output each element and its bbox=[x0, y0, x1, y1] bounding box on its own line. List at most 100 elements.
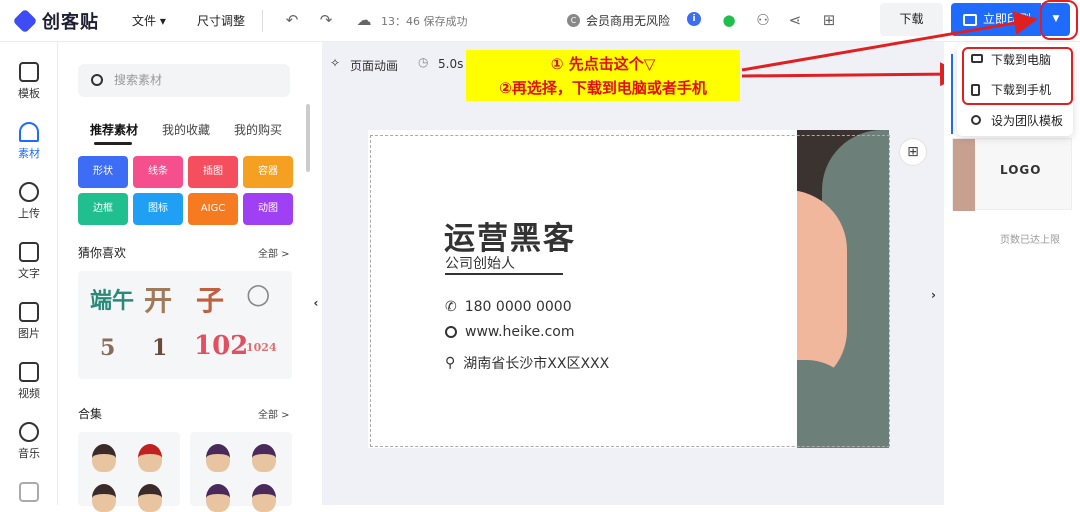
nav-image[interactable]: 图片 bbox=[0, 302, 58, 341]
image-icon bbox=[19, 302, 39, 322]
chip-animated[interactable]: 动图 bbox=[243, 193, 293, 225]
sticker-figure bbox=[138, 484, 162, 512]
add-comment-icon[interactable]: ⊞ bbox=[899, 138, 927, 166]
sticker-item[interactable]: 子 bbox=[196, 279, 224, 319]
annotation-highlight-caret bbox=[1040, 0, 1078, 40]
download-button[interactable]: 下载 bbox=[880, 3, 943, 36]
sticker-item[interactable]: ○ bbox=[246, 277, 270, 310]
vip-commercial-link[interactable]: C 会员商用无风险 bbox=[567, 12, 670, 29]
chip-line[interactable]: 线条 bbox=[133, 156, 183, 188]
upload-icon bbox=[19, 182, 39, 202]
chip-aigc[interactable]: AIGC bbox=[188, 193, 238, 225]
material-icon bbox=[19, 122, 39, 142]
annotation-step1: ① 先点击这个▽ bbox=[550, 55, 656, 73]
nav-upload[interactable]: 上传 bbox=[0, 182, 58, 221]
toolbar-divider bbox=[262, 10, 263, 32]
sticker-figure bbox=[252, 444, 276, 472]
duration-value[interactable]: 5.0s bbox=[438, 57, 463, 71]
nav-text[interactable]: 文字 bbox=[0, 242, 58, 281]
sticker-figure bbox=[206, 444, 230, 472]
guess-grid: 端午 开 子 ○ 5 1 102 1024 bbox=[78, 271, 292, 379]
canvas-subtoolbar: ✧ 页面动画 ◷ 5.0s bbox=[322, 42, 472, 82]
sticker-figure bbox=[206, 484, 230, 512]
page-limit-note: 页数已达上限 bbox=[1000, 235, 1060, 246]
tab-recommended[interactable]: 推荐素材 bbox=[90, 121, 138, 138]
sticker-figure bbox=[92, 444, 116, 472]
card-website: www.heike.com bbox=[465, 324, 575, 340]
tab-favorites[interactable]: 我的收藏 bbox=[162, 121, 210, 138]
clock-icon: ◷ bbox=[418, 55, 429, 69]
tab-purchased[interactable]: 我的购买 bbox=[234, 121, 282, 138]
active-tab-indicator bbox=[94, 142, 132, 145]
guess-all-link[interactable]: 全部 > bbox=[258, 245, 290, 260]
collection-card[interactable] bbox=[190, 432, 292, 512]
more-icon bbox=[19, 482, 39, 502]
sticker-figure bbox=[252, 484, 276, 512]
resize-menu[interactable]: 尺寸调整 bbox=[197, 12, 245, 29]
collection-card[interactable] bbox=[78, 432, 180, 512]
nav-music[interactable]: 音乐 bbox=[0, 422, 58, 461]
share-icon[interactable]: ⋖ bbox=[784, 9, 806, 31]
sticker-item[interactable]: 开 bbox=[144, 279, 172, 319]
add-member-icon[interactable]: ⚇ bbox=[752, 9, 774, 31]
card-name[interactable]: 运营黑客 bbox=[444, 213, 576, 258]
team-icon bbox=[971, 115, 981, 125]
sticker-figure bbox=[92, 484, 116, 512]
undo-icon[interactable]: ↶ bbox=[281, 9, 303, 31]
tutorial-annotation: ① 先点击这个▽ ②再选择，下载到电脑或者手机 bbox=[466, 50, 740, 101]
file-menu[interactable]: 文件 ▾ bbox=[132, 12, 166, 29]
comment-add-icon[interactable]: ⊞ bbox=[818, 9, 840, 31]
card-web-row[interactable]: www.heike.com bbox=[445, 324, 574, 340]
next-page-chevron-icon[interactable]: › bbox=[931, 288, 936, 302]
bleed-guide bbox=[370, 135, 890, 447]
vip-text: 会员商用无风险 bbox=[586, 14, 671, 28]
info-icon[interactable]: i bbox=[687, 12, 701, 26]
card-address-row[interactable]: ⚲ 湖南省长沙市XX区XXX bbox=[445, 353, 609, 373]
thumb-logo: LOGO bbox=[1000, 163, 1042, 177]
thumb-art bbox=[953, 139, 975, 211]
annotation-step2: ②再选择，下载到电脑或者手机 bbox=[499, 79, 707, 97]
sticker-item[interactable]: 1024 bbox=[246, 341, 277, 354]
nav-template[interactable]: 模板 bbox=[0, 62, 58, 101]
sticker-item[interactable]: 端午 bbox=[90, 283, 134, 315]
material-tabs: 推荐素材 我的收藏 我的购买 bbox=[90, 121, 282, 138]
page-thumb-selection bbox=[951, 54, 955, 134]
chip-container[interactable]: 容器 bbox=[243, 156, 293, 188]
redo-icon[interactable]: ↷ bbox=[315, 9, 337, 31]
cloud-save-icon: ☁ bbox=[356, 11, 372, 29]
search-icon bbox=[91, 74, 103, 86]
card-divider bbox=[445, 273, 563, 275]
collection-title: 合集 bbox=[78, 407, 103, 421]
menu-set-team-template[interactable]: 设为团队模板 bbox=[957, 107, 1073, 135]
page-animation-icon[interactable]: ✧ bbox=[330, 56, 340, 70]
music-icon bbox=[19, 422, 39, 442]
collapse-panel-chevron-icon[interactable]: ‹ bbox=[310, 270, 322, 336]
print-now-button[interactable]: 立即印刷 bbox=[951, 3, 1041, 36]
printer-icon bbox=[963, 13, 977, 26]
text-icon bbox=[19, 242, 39, 262]
collection-all-link[interactable]: 全部 > bbox=[258, 406, 290, 421]
chip-border[interactable]: 边框 bbox=[78, 193, 128, 225]
search-input[interactable]: 搜索素材 bbox=[78, 64, 290, 97]
panel-scrollbar[interactable] bbox=[306, 104, 310, 172]
nav-more[interactable] bbox=[0, 482, 58, 505]
annotation-highlight-menu bbox=[962, 47, 1073, 105]
card-job-title[interactable]: 公司创始人 bbox=[445, 253, 515, 273]
page-animation-button[interactable]: 页面动画 bbox=[350, 57, 398, 74]
sticker-item[interactable]: 5 bbox=[100, 335, 115, 361]
sticker-item[interactable]: 1 bbox=[152, 335, 167, 361]
sticker-item[interactable]: 102 bbox=[194, 331, 248, 361]
material-panel: 搜索素材 推荐素材 我的收藏 我的购买 形状 线条 插图 容器 边框 图标 AI… bbox=[58, 42, 310, 512]
print-label: 立即印刷 bbox=[983, 12, 1032, 26]
nav-material[interactable]: 素材 bbox=[0, 122, 58, 161]
card-phone-row[interactable]: ✆ 180 0000 0000 bbox=[445, 299, 572, 315]
wechat-icon[interactable]: ● bbox=[718, 9, 740, 31]
nav-video[interactable]: 视频 bbox=[0, 362, 58, 401]
chip-illustration[interactable]: 插图 bbox=[188, 156, 238, 188]
template-icon bbox=[19, 62, 39, 82]
chip-icon[interactable]: 图标 bbox=[133, 193, 183, 225]
save-status: 13：46 保存成功 bbox=[381, 15, 468, 28]
left-nav: 模板 素材 上传 文字 图片 视频 音乐 bbox=[0, 42, 58, 505]
brand-logo[interactable]: 创客贴 bbox=[12, 8, 99, 34]
chip-shape[interactable]: 形状 bbox=[78, 156, 128, 188]
